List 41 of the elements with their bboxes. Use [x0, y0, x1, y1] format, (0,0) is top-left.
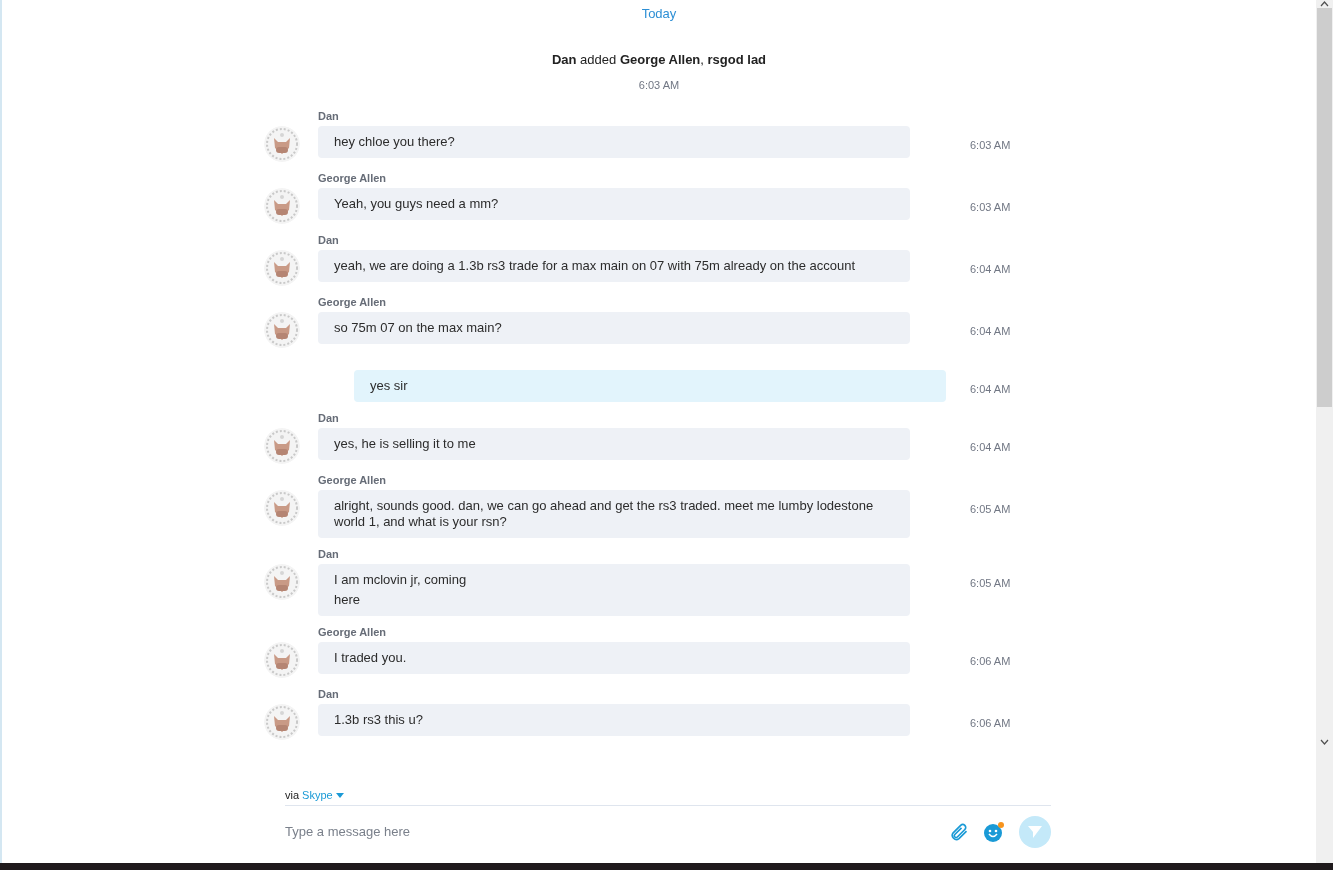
message-text: here [334, 591, 362, 608]
system-message: Dan added George Allen, rsgod lad [551, 50, 767, 69]
message-time: 6:04 AM [970, 323, 1011, 338]
message-time: 6:05 AM [970, 501, 1011, 516]
message-text: I am mclovin jr, coming [334, 571, 468, 588]
send-icon [1027, 824, 1043, 840]
sender-name: George Allen [318, 473, 387, 487]
message-time: 6:04 AM [970, 439, 1011, 454]
message-text: yes sir [370, 377, 409, 394]
message-time: 6:06 AM [970, 715, 1011, 730]
message-time: 6:03 AM [970, 199, 1011, 214]
emoji-icon[interactable] [983, 821, 1005, 843]
sender-name: Dan [318, 233, 339, 247]
sender-name: Dan [318, 411, 339, 425]
message-time: 6:04 AM [970, 381, 1011, 396]
caret-icon [335, 793, 344, 798]
day-label: Today [641, 5, 677, 23]
message-time: 6:06 AM [970, 653, 1011, 668]
message-text: yes, he is selling it to me [334, 435, 477, 452]
message-time: 6:04 AM [970, 261, 1011, 276]
message-text: hey chloe you there? [334, 133, 456, 150]
sender-name: George Allen [318, 171, 387, 185]
message-text: so 75m 07 on the max main? [334, 319, 503, 336]
message-time: 6:03 AM [970, 137, 1011, 152]
service-dropdown[interactable]: Skype [302, 787, 344, 804]
sender-name: George Allen [318, 295, 387, 309]
attachment-icon[interactable] [949, 822, 969, 842]
message-text: alright, sounds good. dan, we can go ahead and get the rs3 traded. meet me lumby lodestone world 1, and what is your rsn? [334, 497, 875, 530]
message-text: yeah, we are doing a 1.3b rs3 trade for a max main on 07 with 75m already on the account [334, 257, 857, 274]
via-label: via [285, 788, 300, 804]
message-text: Yeah, you guys need a mm? [334, 195, 500, 212]
system-time: 6:03 AM [638, 78, 680, 93]
scrollbar-thumb[interactable] [1317, 8, 1332, 407]
sender-name: Dan [318, 547, 339, 561]
sender-name: Dan [318, 109, 339, 123]
message-text: I traded you. [334, 649, 408, 666]
sender-name: George Allen [318, 625, 387, 639]
sender-name: Dan [318, 687, 339, 701]
message-time: 6:05 AM [970, 575, 1011, 590]
message-text: 1.3b rs3 this u? [334, 711, 424, 728]
message-input[interactable]: Type a message here [285, 822, 949, 842]
